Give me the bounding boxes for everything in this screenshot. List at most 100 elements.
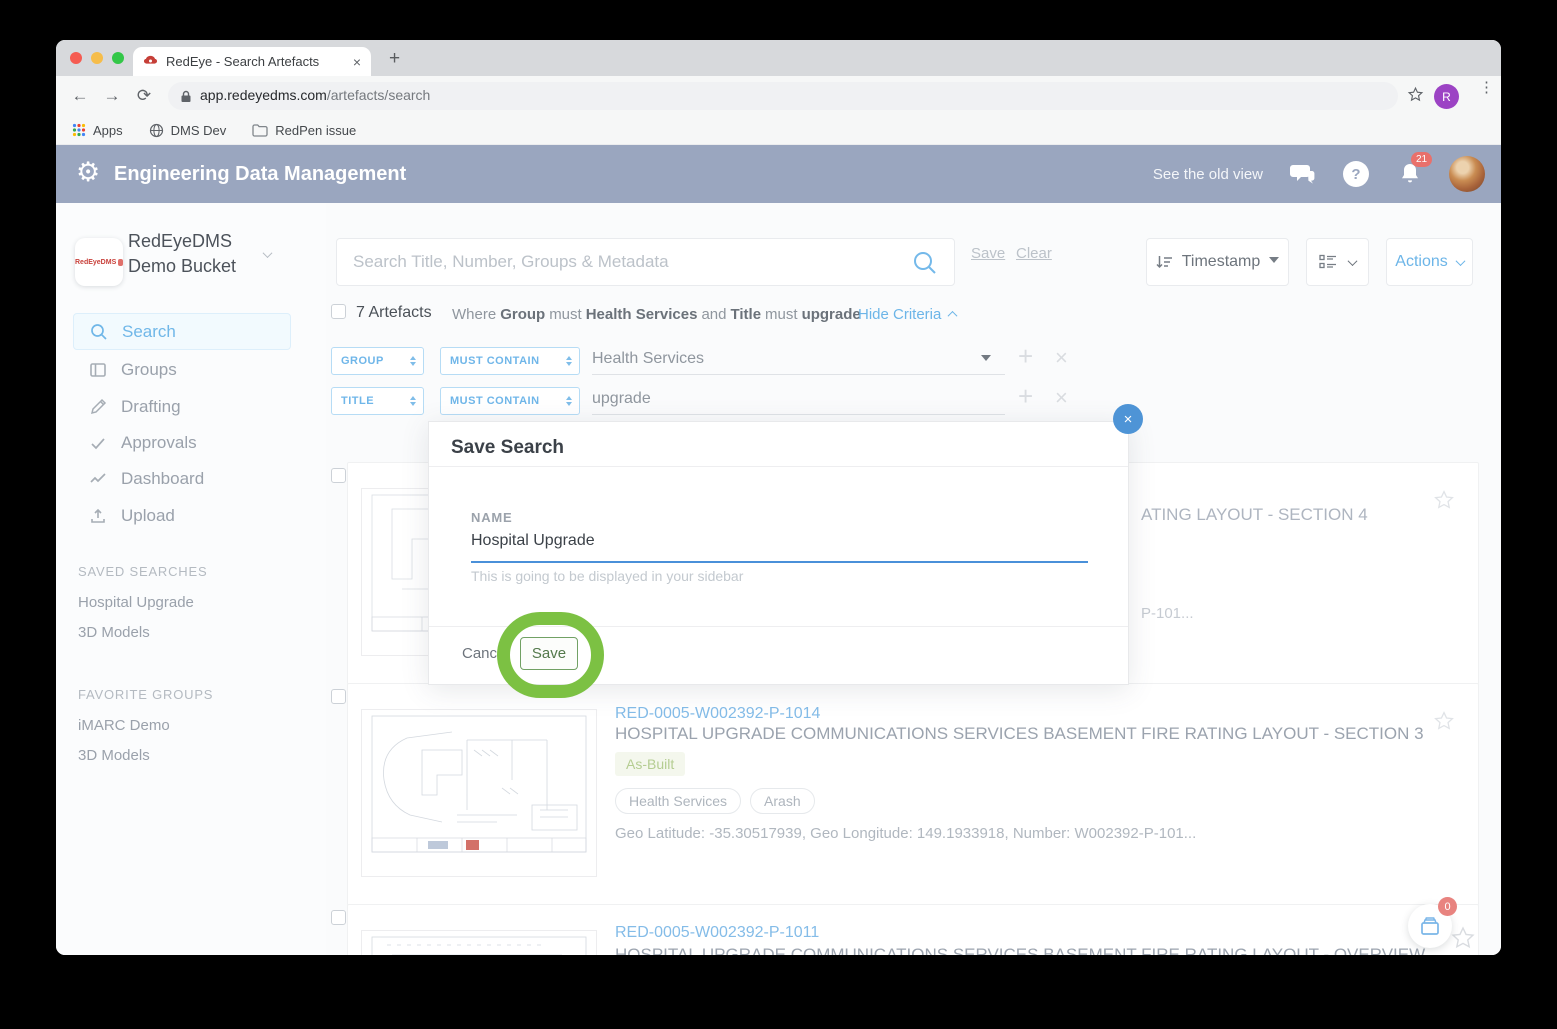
sidebar-item-drafting[interactable]: Drafting (73, 388, 291, 425)
bookmark-redpen-issue[interactable]: RedPen issue (252, 123, 356, 138)
bookmark-star-icon[interactable] (1407, 86, 1424, 103)
saved-search-hospital-upgrade[interactable]: Hospital Upgrade (78, 594, 194, 611)
browser-profile-avatar[interactable]: R (1434, 84, 1459, 109)
minimize-window-button[interactable] (91, 52, 103, 64)
dropdown-caret-icon[interactable] (981, 355, 991, 366)
favorite-star-icon[interactable] (1433, 489, 1455, 511)
caret-down-icon (1269, 256, 1280, 268)
card-checkbox[interactable] (331, 910, 346, 925)
search-field (336, 238, 955, 286)
see-old-view-link[interactable]: See the old view (1153, 166, 1263, 183)
browser-menu-icon[interactable]: ⋮ (1479, 80, 1494, 95)
tag-pill: Arash (750, 788, 815, 814)
operator-select[interactable]: MUST CONTAIN (440, 387, 580, 415)
artefact-number-link[interactable]: RED-0005-W002392-P-1014 (615, 705, 820, 723)
operator-select[interactable]: MUST CONTAIN (440, 347, 580, 375)
updown-arrows-icon (410, 356, 416, 366)
close-window-button[interactable] (70, 52, 82, 64)
add-criteria-icon[interactable]: + (1018, 341, 1033, 372)
card-checkbox[interactable] (331, 689, 346, 704)
select-all-checkbox[interactable] (331, 304, 346, 319)
modal-close-button[interactable]: × (1113, 404, 1143, 434)
main-content: Save Clear Timestamp Actions 7 Artefacts… (326, 203, 1501, 955)
bookmark-dms-dev[interactable]: DMS Dev (149, 123, 226, 138)
browser-tab[interactable]: RedEye - Search Artefacts × (133, 47, 371, 76)
reload-button[interactable]: ⟳ (128, 86, 160, 106)
clear-search-link[interactable]: Clear (1016, 245, 1052, 262)
field-select-title[interactable]: TITLE (331, 387, 424, 415)
criteria-summary: Where Group must Health Services and Title mus… (452, 306, 861, 323)
artefact-title-fragment: ATING LAYOUT - SECTION 4 (1141, 505, 1368, 524)
redeye-favicon (143, 55, 158, 64)
updown-arrows-icon (566, 356, 572, 366)
chat-icon (1290, 165, 1315, 184)
artefact-meta: Geo Latitude: -35.30517939, Geo Longitud… (615, 825, 1197, 842)
pencil-icon (90, 398, 107, 414)
remove-criteria-icon[interactable]: × (1055, 385, 1068, 411)
chevron-up-icon (947, 310, 958, 321)
criteria-value-group[interactable]: Health Services (592, 350, 704, 368)
user-avatar[interactable] (1449, 156, 1485, 192)
sidebar-item-upload[interactable]: Upload (73, 497, 291, 534)
tab-close-icon[interactable]: × (353, 54, 361, 70)
hide-criteria-link[interactable]: Hide Criteria (858, 306, 958, 323)
chevron-down-icon (1455, 255, 1466, 266)
search-input[interactable] (353, 239, 893, 285)
save-search-link[interactable]: Save (971, 245, 1005, 262)
list-view-icon (1319, 254, 1336, 269)
notifications-button[interactable]: 21 (1395, 152, 1433, 189)
actions-button[interactable]: Actions (1386, 238, 1473, 286)
sidebar-item-search[interactable]: Search (73, 313, 291, 350)
bookmark-apps[interactable]: Apps (72, 123, 123, 138)
actions-button-label: Actions (1395, 253, 1448, 270)
bucket-name[interactable]: RedEyeDMS Demo Bucket (128, 229, 236, 279)
saved-search-3d-models[interactable]: 3D Models (78, 624, 150, 641)
view-mode-button[interactable] (1306, 238, 1369, 286)
remove-criteria-icon[interactable]: × (1055, 345, 1068, 371)
new-tab-button[interactable]: + (389, 48, 400, 70)
bookmarks-bar: Apps DMS Dev RedPen issue (56, 116, 1501, 145)
url-path: /artefacts/search (326, 87, 431, 103)
tab-title: RedEye - Search Artefacts (166, 54, 320, 69)
notification-badge: 21 (1411, 152, 1433, 167)
sidebar-item-dashboard[interactable]: Dashboard (73, 460, 291, 497)
sidebar-item-label: Groups (121, 359, 177, 379)
favorite-star-icon[interactable] (1433, 710, 1455, 732)
drawing-thumbnail[interactable] (361, 709, 597, 877)
bookmark-label: RedPen issue (275, 122, 357, 138)
help-button[interactable]: ? (1341, 159, 1371, 189)
sidebar-item-groups[interactable]: Groups (73, 351, 291, 388)
browser-tab-strip: RedEye - Search Artefacts × + (56, 40, 1501, 76)
drawing-thumbnail[interactable] (361, 930, 597, 955)
sidebar-item-approvals[interactable]: Approvals (73, 424, 291, 461)
bucket-logo-text: RedEyeDMS (75, 258, 117, 266)
bookmark-label: Apps (93, 122, 123, 138)
folder-icon (252, 123, 268, 137)
artefact-number-link[interactable]: RED-0005-W002392-P-1011 (615, 924, 819, 942)
maximize-window-button[interactable] (112, 52, 124, 64)
name-field[interactable] (471, 532, 1088, 563)
add-criteria-icon[interactable]: + (1018, 381, 1033, 412)
tag-row: Health Services Arash (615, 788, 815, 814)
result-card: RED-0005-W002392-P-1014 HOSPITAL UPGRADE… (347, 683, 1479, 906)
sort-button[interactable]: Timestamp (1146, 238, 1289, 286)
favorite-group-imarc-demo[interactable]: iMARC Demo (78, 717, 170, 734)
chat-button[interactable] (1287, 159, 1317, 189)
sort-icon (1156, 255, 1172, 268)
artefact-title: HOSPITAL UPGRADE COMMUNICATIONS SERVICES… (615, 945, 1426, 955)
favorite-group-3d-models[interactable]: 3D Models (78, 747, 150, 764)
sidebar-item-label: Drafting (121, 396, 181, 416)
sidebar-item-label: Search (122, 321, 176, 341)
url-domain: app.redeyedms.com (200, 87, 327, 103)
card-checkbox[interactable] (331, 468, 346, 483)
search-submit-icon[interactable] (912, 250, 938, 276)
forward-button[interactable]: → (96, 86, 128, 106)
search-icon (91, 323, 107, 340)
field-select-group[interactable]: GROUP (331, 347, 424, 375)
bucket-chevron-icon[interactable] (262, 248, 273, 259)
app-logo-gear-icon: ⚙ (76, 157, 101, 187)
helper-text: This is going to be displayed in your si… (471, 568, 744, 584)
criteria-value-title[interactable]: upgrade (592, 390, 651, 408)
back-button[interactable]: ← (64, 86, 96, 106)
url-bar[interactable]: app.redeyedms.com/artefacts/search (168, 82, 1398, 110)
